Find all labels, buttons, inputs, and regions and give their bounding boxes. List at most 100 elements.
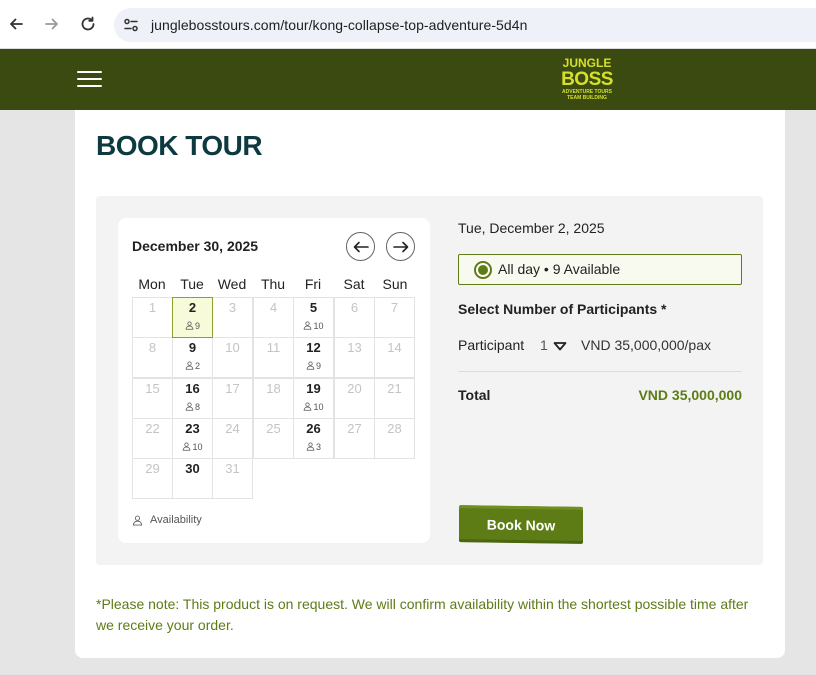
day-number: 12	[306, 340, 321, 355]
day-number: 1	[148, 300, 157, 315]
day-number: 25	[266, 421, 281, 436]
logo-line-1: JUNGLE	[563, 56, 612, 70]
day-number: 4	[269, 300, 278, 315]
logo-line-4: TEAM BUILDING	[567, 95, 607, 101]
day-number: 11	[266, 340, 281, 355]
calendar-day: 4	[253, 297, 294, 338]
calendar-day: 14	[374, 337, 415, 378]
weekday-label: Tue	[180, 276, 204, 292]
seats-available: 10	[294, 321, 333, 331]
calendar-grid: 1 2 9 3 4 5 10 6 7 8 9 2 10 11 12 9 13 14 15 16 8 17 18 19 10 20 2…	[132, 297, 415, 499]
total-value: VND 35,000,000	[638, 387, 742, 403]
page-title: BOOK TOUR	[96, 130, 263, 161]
day-number: 5	[309, 300, 318, 315]
day-number: 28	[387, 421, 402, 436]
person-icon	[185, 361, 194, 370]
day-number: 30	[185, 461, 200, 476]
calendar-day[interactable]: 19 10	[293, 378, 334, 419]
calendar-day: 24	[212, 418, 253, 459]
day-number: 17	[225, 381, 240, 396]
calendar-day[interactable]: 92	[172, 337, 213, 378]
weekday-header: Mon Tue Wed Thu Fri Sat Sun	[132, 276, 415, 292]
day-number: 9	[188, 340, 197, 355]
seats-count: 8	[194, 402, 200, 412]
availability-legend: Availability	[132, 514, 202, 526]
weekday-label: Sat	[343, 276, 365, 292]
seats-count: 10	[313, 402, 324, 412]
calendar-day[interactable]: 12 9	[293, 337, 334, 378]
person-icon	[183, 442, 191, 451]
request-note: *Please note: This product is on request…	[96, 596, 749, 633]
day-number: 7	[390, 300, 399, 315]
selected-date: Tue, December 2, 2025	[458, 220, 605, 236]
day-number: 23	[185, 421, 200, 436]
day-number: 2	[188, 300, 197, 315]
seats-count: 2	[194, 361, 200, 371]
arrow-left-icon	[353, 241, 369, 252]
url-text[interactable]: junglebosstours.com/tour/kong-collapse-t…	[151, 17, 527, 33]
day-number: 27	[347, 421, 362, 436]
calendar-day[interactable]: 26 3	[293, 418, 334, 459]
seats-count: 9	[315, 361, 321, 371]
calendar-day: 31	[212, 458, 253, 499]
participant-quantity[interactable]: 1	[540, 337, 548, 353]
day-number: 14	[387, 340, 402, 355]
day-number: 22	[145, 421, 160, 436]
forward-icon[interactable]	[41, 13, 63, 35]
menu-icon[interactable]	[77, 69, 103, 89]
arrow-right-icon	[392, 241, 408, 252]
booking-card: BOOK TOUR December 30, 2025 Mon Tue Wed …	[75, 110, 785, 658]
day-number: 15	[145, 381, 160, 396]
weekday-label: Wed	[217, 276, 247, 292]
caret-down-icon[interactable]	[553, 341, 567, 351]
calendar-day: 22	[132, 418, 173, 459]
day-number: 6	[350, 300, 359, 315]
seats-count: 9	[194, 321, 200, 331]
address-bar[interactable]: junglebosstours.com/tour/kong-collapse-t…	[114, 8, 816, 42]
slot-radio[interactable]	[474, 261, 492, 279]
calendar-month-label: December 30, 2025	[132, 238, 259, 254]
calendar-day: 1	[132, 297, 173, 338]
calendar-day: 10	[212, 337, 253, 378]
calendar-day: 20	[334, 378, 375, 419]
logo-line-2: BOSS	[561, 69, 613, 90]
calendar-day: 27	[334, 418, 375, 459]
participant-label: Participant	[458, 337, 525, 353]
calendar-day: 13	[334, 337, 375, 378]
seats-count: 10	[313, 321, 324, 331]
divider	[458, 371, 742, 372]
calendar-day-selected[interactable]: 29	[172, 297, 213, 338]
browser-toolbar: junglebosstours.com/tour/kong-collapse-t…	[0, 0, 816, 49]
calendar-day[interactable]: 23 10	[172, 418, 213, 459]
site-settings-icon[interactable]	[122, 16, 140, 34]
site-header: JUNGLE BOSS ADVENTURE TOURS TEAM BUILDIN…	[0, 49, 816, 110]
prev-month-button[interactable]	[346, 232, 375, 261]
time-slot-option[interactable]: All day • 9 Available	[458, 254, 742, 285]
calendar-day: 11	[253, 337, 294, 378]
day-number: 20	[347, 381, 362, 396]
person-icon	[132, 515, 143, 526]
weekday-label: Mon	[138, 276, 166, 292]
next-month-button[interactable]	[386, 232, 415, 261]
calendar-day: 18	[253, 378, 294, 419]
day-number: 16	[185, 381, 200, 396]
reload-icon[interactable]	[77, 13, 99, 35]
calendar-day: 25	[253, 418, 294, 459]
day-number: 18	[266, 381, 281, 396]
day-number: 13	[347, 340, 362, 355]
calendar-day[interactable]: 5 10	[293, 297, 334, 338]
seats-count: 3	[315, 442, 321, 452]
back-icon[interactable]	[5, 13, 27, 35]
day-number: 21	[387, 381, 402, 396]
jungle-boss-logo[interactable]: JUNGLE BOSS ADVENTURE TOURS TEAM BUILDIN…	[556, 55, 618, 103]
calendar-day: 15	[132, 378, 173, 419]
seats-available: 10	[173, 442, 212, 452]
person-icon	[306, 361, 315, 370]
calendar-day[interactable]: 16 8	[172, 378, 213, 419]
weekday-label: Thu	[260, 276, 286, 292]
person-icon	[185, 402, 194, 411]
calendar-day: 3	[212, 297, 253, 338]
calendar-day: 29	[132, 458, 173, 499]
calendar-day: 30	[172, 458, 213, 499]
book-now-button[interactable]: Book Now	[459, 505, 583, 544]
